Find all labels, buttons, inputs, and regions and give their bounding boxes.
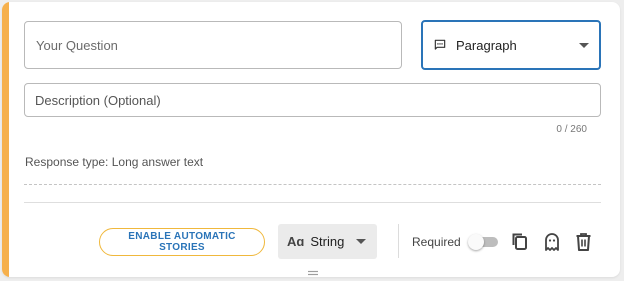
answer-placeholder-line xyxy=(24,184,601,185)
drag-handle-icon[interactable] xyxy=(307,270,319,276)
data-type-select[interactable]: Aɑ String xyxy=(278,224,377,259)
question-input[interactable] xyxy=(24,21,402,69)
accent-bar xyxy=(2,2,9,277)
enable-automatic-stories-button[interactable]: ENABLE AUTOMATIC STORIES xyxy=(99,228,265,256)
response-type-text: Response type: Long answer text xyxy=(25,155,204,169)
text-type-icon: Aɑ xyxy=(287,234,305,249)
footer-vertical-divider xyxy=(398,224,399,258)
ghost-icon xyxy=(545,233,559,251)
trash-icon xyxy=(576,233,590,251)
question-type-value: Paragraph xyxy=(456,37,517,53)
footer-divider xyxy=(24,202,601,203)
duplicate-button[interactable] xyxy=(510,231,530,253)
question-card: Paragraph 0 / 260 Response type: Long an… xyxy=(2,2,620,277)
chevron-down-icon xyxy=(579,42,589,48)
chevron-down-icon xyxy=(356,239,367,244)
description-input[interactable] xyxy=(24,83,601,117)
hide-question-button[interactable] xyxy=(542,231,562,253)
required-toggle[interactable] xyxy=(468,234,498,250)
data-type-value: String xyxy=(310,234,345,249)
question-type-select[interactable]: Paragraph xyxy=(421,20,601,70)
copy-icon xyxy=(512,233,527,250)
required-label: Required xyxy=(412,235,461,249)
description-char-count: 0 / 260 xyxy=(556,124,587,135)
toggle-knob xyxy=(468,234,484,250)
chat-bubble-icon xyxy=(434,39,446,50)
delete-question-button[interactable] xyxy=(573,231,593,253)
